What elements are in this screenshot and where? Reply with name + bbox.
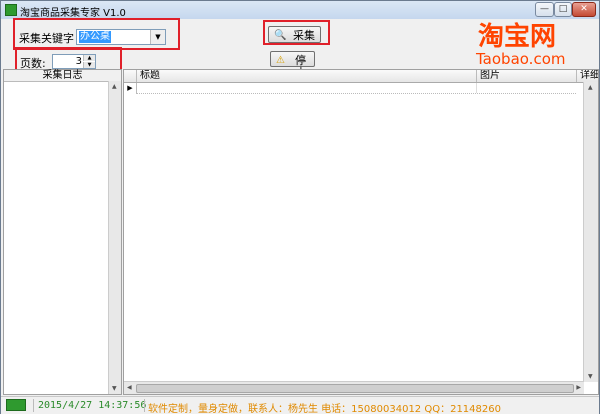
pages-value: 3 xyxy=(75,56,82,67)
scroll-down-icon[interactable]: ▼ xyxy=(588,373,593,380)
minimize-button[interactable]: — xyxy=(535,2,554,17)
status-app-icon xyxy=(6,399,26,411)
scroll-left-icon[interactable]: ◀ xyxy=(127,384,132,391)
current-row-indicator-icon: ▶ xyxy=(124,83,137,93)
keyword-combobox[interactable]: 办公桌 ▼ xyxy=(76,29,166,45)
table-horizontal-scrollbar[interactable]: ◀ ▶ xyxy=(124,381,584,394)
column-separator xyxy=(476,83,477,93)
collect-button-label: 采集 xyxy=(293,29,315,42)
chevron-down-icon[interactable]: ▼ xyxy=(150,30,165,44)
horizontal-scroll-thumb[interactable] xyxy=(136,384,574,393)
status-contact-info: 软件定制，量身定做，联系人：杨先生 电话：15080034012 QQ：2114… xyxy=(148,404,501,415)
status-divider xyxy=(144,399,145,412)
row-header-corner xyxy=(124,70,136,82)
table-header: 标题 图片 详细 xyxy=(124,70,598,83)
scroll-up-icon[interactable]: ▲ xyxy=(588,84,593,91)
title-bar[interactable]: 淘宝商品采集专家 V1.0 — □ ✕ xyxy=(1,1,599,19)
app-icon xyxy=(5,4,17,16)
search-icon: 🔍 xyxy=(274,30,287,41)
scroll-down-icon[interactable]: ▼ xyxy=(112,385,117,392)
collect-button[interactable]: 🔍 采集 xyxy=(268,26,321,43)
column-header-detail[interactable]: 详细 xyxy=(576,70,598,82)
main-window: 淘宝商品采集专家 V1.0 — □ ✕ 采集关键字 办公桌 ▼ 🔍 采集 ⚠ 停… xyxy=(0,0,600,415)
taobao-logo-subtext: Taobao.com xyxy=(476,50,566,68)
scroll-right-icon[interactable]: ▶ xyxy=(576,384,581,391)
scroll-up-icon[interactable]: ▲ xyxy=(112,83,117,90)
collection-log-panel: 采集日志 ▲ ▼ xyxy=(3,69,122,395)
stepper-up-icon[interactable]: ▲ xyxy=(83,55,95,61)
close-button[interactable]: ✕ xyxy=(572,2,596,17)
window-title: 淘宝商品采集专家 V1.0 xyxy=(20,8,126,19)
stepper-down-icon[interactable]: ▼ xyxy=(83,62,95,68)
column-header-image[interactable]: 图片 xyxy=(476,70,576,82)
results-table[interactable]: 标题 图片 详细 ▶ ▲ ▼ ◀ ▶ xyxy=(123,69,599,395)
table-vertical-scrollbar[interactable]: ▲ ▼ xyxy=(583,82,598,382)
log-vertical-scrollbar[interactable]: ▲ ▼ xyxy=(108,81,121,394)
keyword-label: 采集关键字 xyxy=(19,32,74,45)
column-header-title[interactable]: 标题 xyxy=(136,70,476,82)
log-header: 采集日志 xyxy=(4,70,121,82)
warning-icon: ⚠ xyxy=(276,55,285,66)
status-bar: 2015/4/27 14:37:56 软件定制，量身定做，联系人：杨先生 电话：… xyxy=(1,396,599,415)
taobao-logo: 淘宝网 xyxy=(478,22,557,52)
table-row[interactable] xyxy=(136,93,576,94)
status-divider xyxy=(33,399,34,412)
stop-button[interactable]: ⚠ 停止 xyxy=(270,51,315,79)
maximize-button[interactable]: □ xyxy=(554,2,572,17)
pages-stepper[interactable]: 3 ▲ ▼ xyxy=(52,54,96,69)
keyword-value: 办公桌 xyxy=(79,31,111,43)
status-datetime: 2015/4/27 14:37:56 xyxy=(38,400,147,411)
